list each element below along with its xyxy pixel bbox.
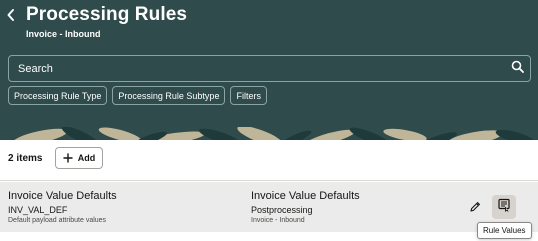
list-item[interactable]: Invoice Value Defaults INV_VAL_DEF Defau… [0,182,538,232]
filter-chip-filters[interactable]: Filters [230,86,267,105]
search-bar [8,55,531,82]
add-button[interactable]: Add [55,147,103,169]
search-button[interactable] [504,56,530,82]
header-decoration [0,127,538,140]
page-subtitle: Invoice - Inbound [26,29,101,39]
filter-chip-processing-rule-subtype[interactable]: Processing Rule Subtype [112,86,226,105]
rule-values-button[interactable] [492,195,516,219]
page-header: Processing Rules Invoice - Inbound Proce… [0,0,538,140]
chevron-left-icon [6,8,16,27]
pencil-icon [469,200,481,218]
rule-direction: Invoice - Inbound [251,217,305,224]
search-icon [511,60,524,78]
filter-chips: Processing Rule Type Processing Rule Sub… [8,86,267,105]
plus-icon [63,151,73,166]
search-input[interactable] [9,56,504,81]
back-button[interactable] [2,6,20,28]
add-button-label: Add [77,153,96,163]
rule-values-icon [497,198,511,217]
list-divider [0,180,538,181]
rule-name: Invoice Value Defaults [8,190,117,202]
rule-code: INV_VAL_DEF [8,205,68,215]
rule-type-name: Invoice Value Defaults [251,190,360,202]
filter-chip-processing-rule-type[interactable]: Processing Rule Type [8,86,108,105]
page-title: Processing Rules [26,4,188,25]
edit-button[interactable] [465,199,485,219]
items-count: 2 items [8,153,43,164]
rule-subtype: Postprocessing [251,205,313,215]
rule-values-tooltip: Rule Values [477,222,532,239]
rule-description: Default payload attribute values [8,217,107,224]
